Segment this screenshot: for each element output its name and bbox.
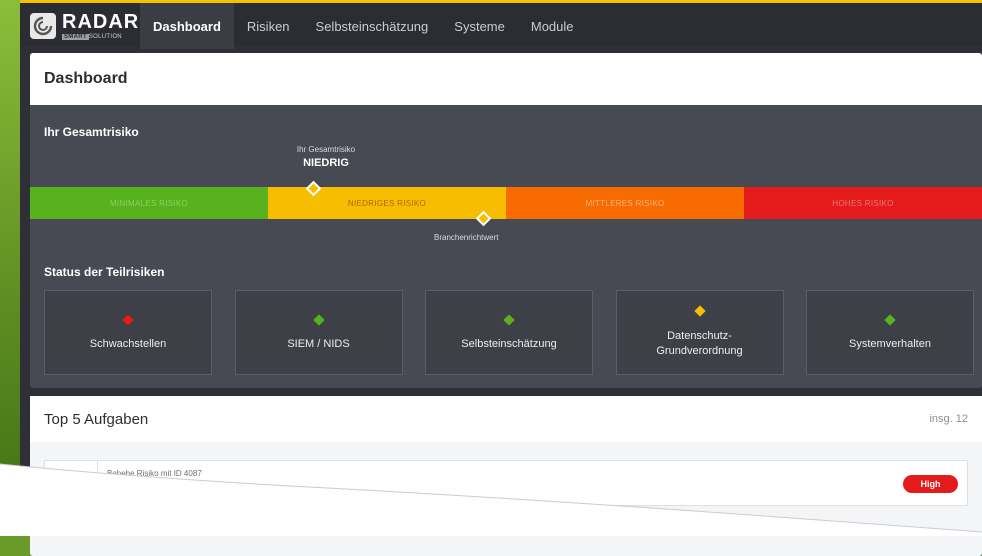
dashboard-header: Dashboard bbox=[30, 53, 982, 105]
status-diamond-icon bbox=[503, 313, 515, 326]
marker-caption: Ihr Gesamtrisiko bbox=[296, 145, 356, 154]
tasks-card: Top 5 Aufgaben insg. 12 Behebe Risiko mi… bbox=[30, 396, 982, 556]
status-diamond-icon bbox=[693, 305, 706, 317]
top-navigation-bar: RADAR SMART SOLUTION Dashboard Risiken Se… bbox=[20, 0, 982, 49]
status-diamond-icon bbox=[122, 313, 134, 326]
tile-label: SIEM / NIDS bbox=[287, 337, 350, 350]
nav-dashboard[interactable]: Dashboard bbox=[140, 3, 234, 49]
tasks-title: Top 5 Aufgaben bbox=[44, 410, 149, 428]
tile-label: Systemverhalten bbox=[849, 337, 931, 350]
radar-logo[interactable]: RADAR SMART SOLUTION bbox=[30, 11, 142, 41]
brand-name: RADAR bbox=[62, 11, 140, 33]
risk-scale-bar: MINIMALES RISIKO NIEDRIGES RISIKO MITTLE… bbox=[30, 187, 982, 219]
radar-logo-icon bbox=[30, 13, 56, 39]
app-window: RADAR SMART SOLUTION Dashboard Risiken Se… bbox=[20, 0, 982, 556]
tasks-header: Top 5 Aufgaben insg. 12 bbox=[30, 396, 982, 442]
nav-systeme[interactable]: Systeme bbox=[441, 3, 518, 49]
nav-risiken[interactable]: Risiken bbox=[234, 3, 303, 49]
dashboard-card: Dashboard Ihr Gesamtrisiko Ihr Gesamtris… bbox=[30, 53, 982, 388]
task-row[interactable]: Behebe Risiko mit ID 4087 Ihre IT System… bbox=[44, 460, 968, 506]
task-thumbnail bbox=[45, 461, 98, 505]
priority-badge: High bbox=[903, 475, 958, 493]
task-link[interactable]: Ihre IT Systeme bbox=[273, 488, 336, 498]
overall-risk-label: Ihr Gesamtrisiko bbox=[44, 125, 139, 139]
tile-label: Datenschutz- Grundverordnung bbox=[656, 330, 743, 357]
tile-label: Selbsteinschätzung bbox=[461, 337, 557, 350]
tile-siem-nids[interactable]: SIEM / NIDS bbox=[234, 290, 403, 375]
sub-risk-status-label: Status der Teilrisiken bbox=[44, 265, 165, 279]
status-diamond-icon bbox=[884, 313, 896, 326]
page-title: Dashboard bbox=[44, 70, 128, 87]
tasks-count: insg. 12 bbox=[929, 413, 968, 425]
nav-selbsteinschaetzung[interactable]: Selbsteinschätzung bbox=[303, 3, 442, 49]
tile-dsgvo[interactable]: Datenschutz- Grundverordnung bbox=[615, 290, 784, 375]
segment-high: HOHES RISIKO bbox=[744, 187, 982, 219]
segment-medium: MITTLERES RISIKO bbox=[506, 187, 744, 219]
status-diamond-icon bbox=[312, 313, 325, 326]
tile-schwachstellen[interactable]: Schwachstellen bbox=[44, 290, 212, 375]
task-description: Behebe Risiko mit ID 4087 bbox=[107, 469, 202, 478]
nav-module[interactable]: Module bbox=[518, 3, 587, 49]
overall-risk-marker: Ihr Gesamtrisiko NIEDRIG bbox=[266, 145, 386, 169]
segment-minimal: MINIMALES RISIKO bbox=[30, 187, 268, 219]
tile-label: Schwachstellen bbox=[89, 337, 167, 350]
segment-low: NIEDRIGES RISIKO bbox=[268, 187, 506, 219]
benchmark-label: Branchenrichtwert bbox=[434, 233, 499, 242]
marker-value: NIEDRIG bbox=[303, 157, 349, 169]
sub-risk-tiles: Schwachstellen SIEM / NIDS Selbsteinschä… bbox=[44, 290, 974, 375]
main-nav: Dashboard Risiken Selbsteinschätzung Sys… bbox=[140, 3, 587, 49]
brand-subtitle: SMART SOLUTION bbox=[62, 34, 122, 40]
tile-selbsteinschaetzung[interactable]: Selbsteinschätzung bbox=[425, 290, 593, 375]
tile-systemverhalten[interactable]: Systemverhalten bbox=[806, 290, 974, 375]
